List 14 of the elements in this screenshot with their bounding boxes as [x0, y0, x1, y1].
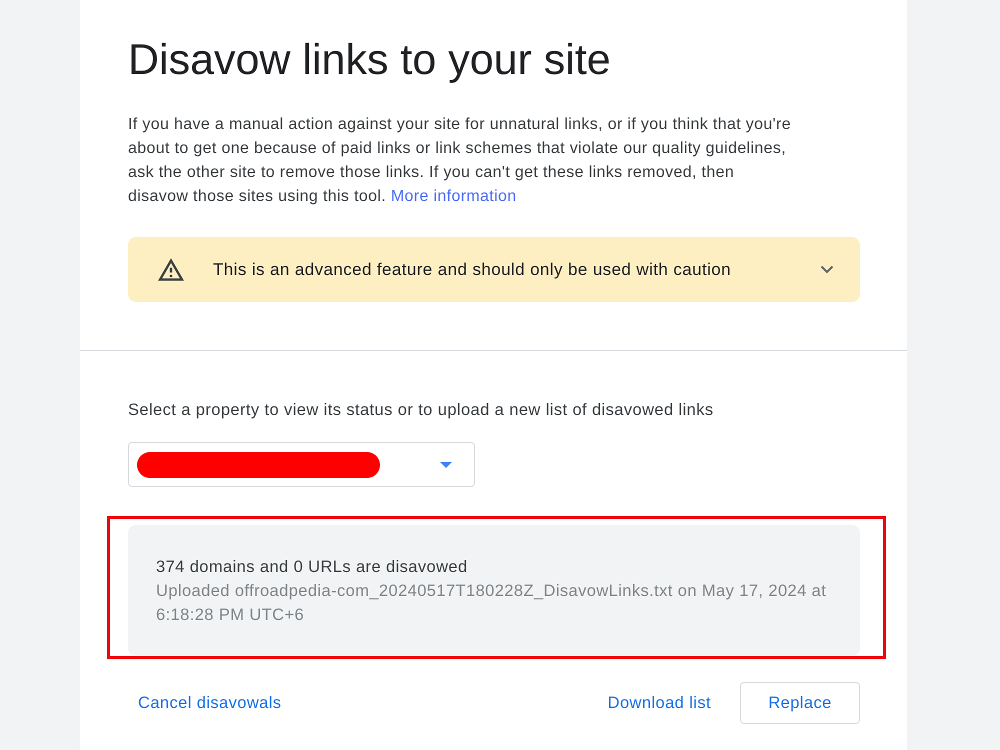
upload-details: Uploaded offroadpedia-com_20240517T180228Z_DisavowLinks.txt on May 17, 2024 at 6:18:28 PM UTC+6: [156, 581, 828, 626]
more-information-link[interactable]: More information: [390, 188, 517, 205]
dropdown-caret-icon: [440, 462, 452, 468]
text-button[interactable]: Download list: [598, 682, 721, 724]
outlined-button[interactable]: Replace: [740, 682, 860, 724]
warning-text: This is an advanced feature and should only be used with caution: [213, 260, 731, 280]
description-text: If you have a manual action against your site for unnatural links, or if you think that you're about to get one because of paid links or link schemes that violate our quality guidelines, ask the other site to remove those links. If you can't get these links removed, then disavow those sites using this tool. More information: [128, 115, 792, 207]
page-title: Disavow links to your site: [128, 35, 612, 86]
text-button[interactable]: Cancel disavowals: [128, 682, 292, 724]
status-summary: 374 domains and 0 URLs are disavowed: [156, 557, 469, 578]
property-dropdown[interactable]: [128, 442, 475, 487]
property-label: Select a property to view its status or to upload a new list of disavowed links: [128, 400, 715, 421]
warning-banner[interactable]: This is an advanced feature and should only be used with caution: [128, 237, 860, 302]
warning-icon: [158, 258, 184, 281]
